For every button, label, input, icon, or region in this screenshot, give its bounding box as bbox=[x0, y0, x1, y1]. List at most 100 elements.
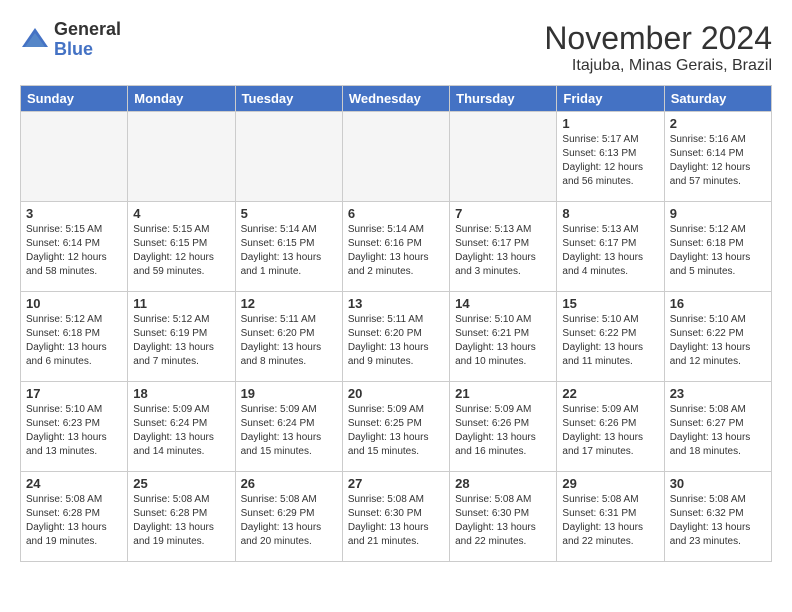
day-number: 7 bbox=[455, 206, 551, 221]
calendar-day-cell: 13 Sunrise: 5:11 AMSunset: 6:20 PMDayligh… bbox=[342, 292, 449, 382]
calendar-day-cell: 17 Sunrise: 5:10 AMSunset: 6:23 PMDayligh… bbox=[21, 382, 128, 472]
day-info: Sunrise: 5:16 AMSunset: 6:14 PMDaylight:… bbox=[670, 133, 766, 189]
day-info: Sunrise: 5:08 AMSunset: 6:30 PMDaylight:… bbox=[348, 493, 444, 549]
calendar-day-cell bbox=[21, 112, 128, 202]
day-number: 10 bbox=[26, 296, 122, 311]
calendar-day-cell: 14Sunrise: 5:10 AMSunset: 6:21 PMDayligh… bbox=[450, 292, 557, 382]
weekday-header: Friday bbox=[557, 86, 664, 112]
day-info: Sunrise: 5:08 AMSunset: 6:27 PMDaylight:… bbox=[670, 403, 766, 459]
day-info: Sunrise: 5:14 AMSunset: 6:15 PMDaylight:… bbox=[241, 223, 337, 279]
weekday-header: Saturday bbox=[664, 86, 771, 112]
day-info: Sunrise: 5:12 AMSunset: 6:18 PMDaylight:… bbox=[26, 313, 122, 369]
logo-text: General Blue bbox=[54, 20, 121, 60]
day-info: Sunrise: 5:08 AMSunset: 6:28 PMDaylight:… bbox=[133, 493, 229, 549]
calendar-day-cell: 2Sunrise: 5:16 AMSunset: 6:14 PMDaylight… bbox=[664, 112, 771, 202]
day-number: 12 bbox=[241, 296, 337, 311]
day-info: Sunrise: 5:09 AMSunset: 6:26 PMDaylight:… bbox=[455, 403, 551, 459]
calendar-day-cell bbox=[235, 112, 342, 202]
day-number: 23 bbox=[670, 386, 766, 401]
day-number: 1 bbox=[562, 116, 658, 131]
day-number: 9 bbox=[670, 206, 766, 221]
calendar-week-row: 17 Sunrise: 5:10 AMSunset: 6:23 PMDayligh… bbox=[21, 382, 772, 472]
day-number: 19 bbox=[241, 386, 337, 401]
day-number: 22 bbox=[562, 386, 658, 401]
calendar-day-cell: 30 Sunrise: 5:08 AMSunset: 6:32 PMDayligh… bbox=[664, 472, 771, 562]
weekday-header-row: SundayMondayTuesdayWednesdayThursdayFrid… bbox=[21, 86, 772, 112]
weekday-header: Thursday bbox=[450, 86, 557, 112]
day-info: Sunrise: 5:11 AMSunset: 6:20 PMDaylight:… bbox=[241, 313, 337, 369]
day-number: 3 bbox=[26, 206, 122, 221]
day-number: 29 bbox=[562, 476, 658, 491]
day-info: Sunrise: 5:09 AMSunset: 6:26 PMDaylight:… bbox=[562, 403, 658, 459]
logo-general: General bbox=[54, 19, 121, 39]
calendar-day-cell: 8 Sunrise: 5:13 AMSunset: 6:17 PMDaylight… bbox=[557, 202, 664, 292]
day-number: 5 bbox=[241, 206, 337, 221]
calendar-day-cell: 9 Sunrise: 5:12 AMSunset: 6:18 PMDaylight… bbox=[664, 202, 771, 292]
weekday-header: Tuesday bbox=[235, 86, 342, 112]
calendar-week-row: 24 Sunrise: 5:08 AMSunset: 6:28 PMDayligh… bbox=[21, 472, 772, 562]
calendar-day-cell: 7 Sunrise: 5:13 AMSunset: 6:17 PMDaylight… bbox=[450, 202, 557, 292]
day-number: 8 bbox=[562, 206, 658, 221]
day-info: Sunrise: 5:15 AMSunset: 6:14 PMDaylight:… bbox=[26, 223, 122, 279]
calendar-table: SundayMondayTuesdayWednesdayThursdayFrid… bbox=[20, 85, 772, 562]
day-info: Sunrise: 5:08 AMSunset: 6:32 PMDaylight:… bbox=[670, 493, 766, 549]
weekday-header: Monday bbox=[128, 86, 235, 112]
calendar-day-cell: 10 Sunrise: 5:12 AMSunset: 6:18 PMDayligh… bbox=[21, 292, 128, 382]
logo-blue: Blue bbox=[54, 39, 93, 59]
day-info: Sunrise: 5:08 AMSunset: 6:29 PMDaylight:… bbox=[241, 493, 337, 549]
day-info: Sunrise: 5:14 AMSunset: 6:16 PMDaylight:… bbox=[348, 223, 444, 279]
logo: General Blue bbox=[20, 20, 121, 60]
day-number: 18 bbox=[133, 386, 229, 401]
day-info: Sunrise: 5:12 AMSunset: 6:18 PMDaylight:… bbox=[670, 223, 766, 279]
day-info: Sunrise: 5:09 AMSunset: 6:24 PMDaylight:… bbox=[133, 403, 229, 459]
calendar-day-cell: 3 Sunrise: 5:15 AMSunset: 6:14 PMDaylight… bbox=[21, 202, 128, 292]
calendar-day-cell: 4Sunrise: 5:15 AMSunset: 6:15 PMDaylight… bbox=[128, 202, 235, 292]
day-info: Sunrise: 5:10 AMSunset: 6:22 PMDaylight:… bbox=[670, 313, 766, 369]
logo-icon bbox=[20, 25, 50, 55]
calendar-day-cell: 11Sunrise: 5:12 AMSunset: 6:19 PMDayligh… bbox=[128, 292, 235, 382]
calendar-day-cell: 24 Sunrise: 5:08 AMSunset: 6:28 PMDayligh… bbox=[21, 472, 128, 562]
calendar-day-cell: 1 Sunrise: 5:17 AMSunset: 6:13 PMDaylight… bbox=[557, 112, 664, 202]
day-info: Sunrise: 5:09 AMSunset: 6:25 PMDaylight:… bbox=[348, 403, 444, 459]
day-info: Sunrise: 5:10 AMSunset: 6:23 PMDaylight:… bbox=[26, 403, 122, 459]
day-number: 24 bbox=[26, 476, 122, 491]
month-title: November 2024 bbox=[544, 20, 772, 57]
day-info: Sunrise: 5:13 AMSunset: 6:17 PMDaylight:… bbox=[455, 223, 551, 279]
calendar-day-cell bbox=[128, 112, 235, 202]
day-number: 11 bbox=[133, 296, 229, 311]
calendar-week-row: 3 Sunrise: 5:15 AMSunset: 6:14 PMDaylight… bbox=[21, 202, 772, 292]
calendar-day-cell: 21 Sunrise: 5:09 AMSunset: 6:26 PMDayligh… bbox=[450, 382, 557, 472]
day-number: 30 bbox=[670, 476, 766, 491]
calendar-day-cell bbox=[450, 112, 557, 202]
day-info: Sunrise: 5:10 AMSunset: 6:22 PMDaylight:… bbox=[562, 313, 658, 369]
calendar-day-cell: 18 Sunrise: 5:09 AMSunset: 6:24 PMDayligh… bbox=[128, 382, 235, 472]
day-info: Sunrise: 5:17 AMSunset: 6:13 PMDaylight:… bbox=[562, 133, 658, 189]
calendar-day-cell: 29Sunrise: 5:08 AMSunset: 6:31 PMDayligh… bbox=[557, 472, 664, 562]
day-number: 13 bbox=[348, 296, 444, 311]
weekday-header: Wednesday bbox=[342, 86, 449, 112]
day-info: Sunrise: 5:09 AMSunset: 6:24 PMDaylight:… bbox=[241, 403, 337, 459]
day-number: 17 bbox=[26, 386, 122, 401]
calendar-day-cell: 25Sunrise: 5:08 AMSunset: 6:28 PMDayligh… bbox=[128, 472, 235, 562]
calendar-day-cell: 23 Sunrise: 5:08 AMSunset: 6:27 PMDayligh… bbox=[664, 382, 771, 472]
day-info: Sunrise: 5:08 AMSunset: 6:28 PMDaylight:… bbox=[26, 493, 122, 549]
calendar-day-cell: 20 Sunrise: 5:09 AMSunset: 6:25 PMDayligh… bbox=[342, 382, 449, 472]
day-number: 27 bbox=[348, 476, 444, 491]
calendar-week-row: 10 Sunrise: 5:12 AMSunset: 6:18 PMDayligh… bbox=[21, 292, 772, 382]
calendar-day-cell: 6 Sunrise: 5:14 AMSunset: 6:16 PMDaylight… bbox=[342, 202, 449, 292]
day-number: 28 bbox=[455, 476, 551, 491]
day-number: 20 bbox=[348, 386, 444, 401]
day-info: Sunrise: 5:11 AMSunset: 6:20 PMDaylight:… bbox=[348, 313, 444, 369]
calendar-day-cell: 19 Sunrise: 5:09 AMSunset: 6:24 PMDayligh… bbox=[235, 382, 342, 472]
page-header: General Blue November 2024 Itajuba, Mina… bbox=[20, 20, 772, 75]
calendar-week-row: 1 Sunrise: 5:17 AMSunset: 6:13 PMDaylight… bbox=[21, 112, 772, 202]
calendar-day-cell: 28Sunrise: 5:08 AMSunset: 6:30 PMDayligh… bbox=[450, 472, 557, 562]
day-number: 15 bbox=[562, 296, 658, 311]
day-info: Sunrise: 5:13 AMSunset: 6:17 PMDaylight:… bbox=[562, 223, 658, 279]
day-info: Sunrise: 5:15 AMSunset: 6:15 PMDaylight:… bbox=[133, 223, 229, 279]
day-number: 21 bbox=[455, 386, 551, 401]
calendar-day-cell: 27 Sunrise: 5:08 AMSunset: 6:30 PMDayligh… bbox=[342, 472, 449, 562]
day-number: 6 bbox=[348, 206, 444, 221]
day-number: 16 bbox=[670, 296, 766, 311]
calendar-day-cell: 15 Sunrise: 5:10 AMSunset: 6:22 PMDayligh… bbox=[557, 292, 664, 382]
